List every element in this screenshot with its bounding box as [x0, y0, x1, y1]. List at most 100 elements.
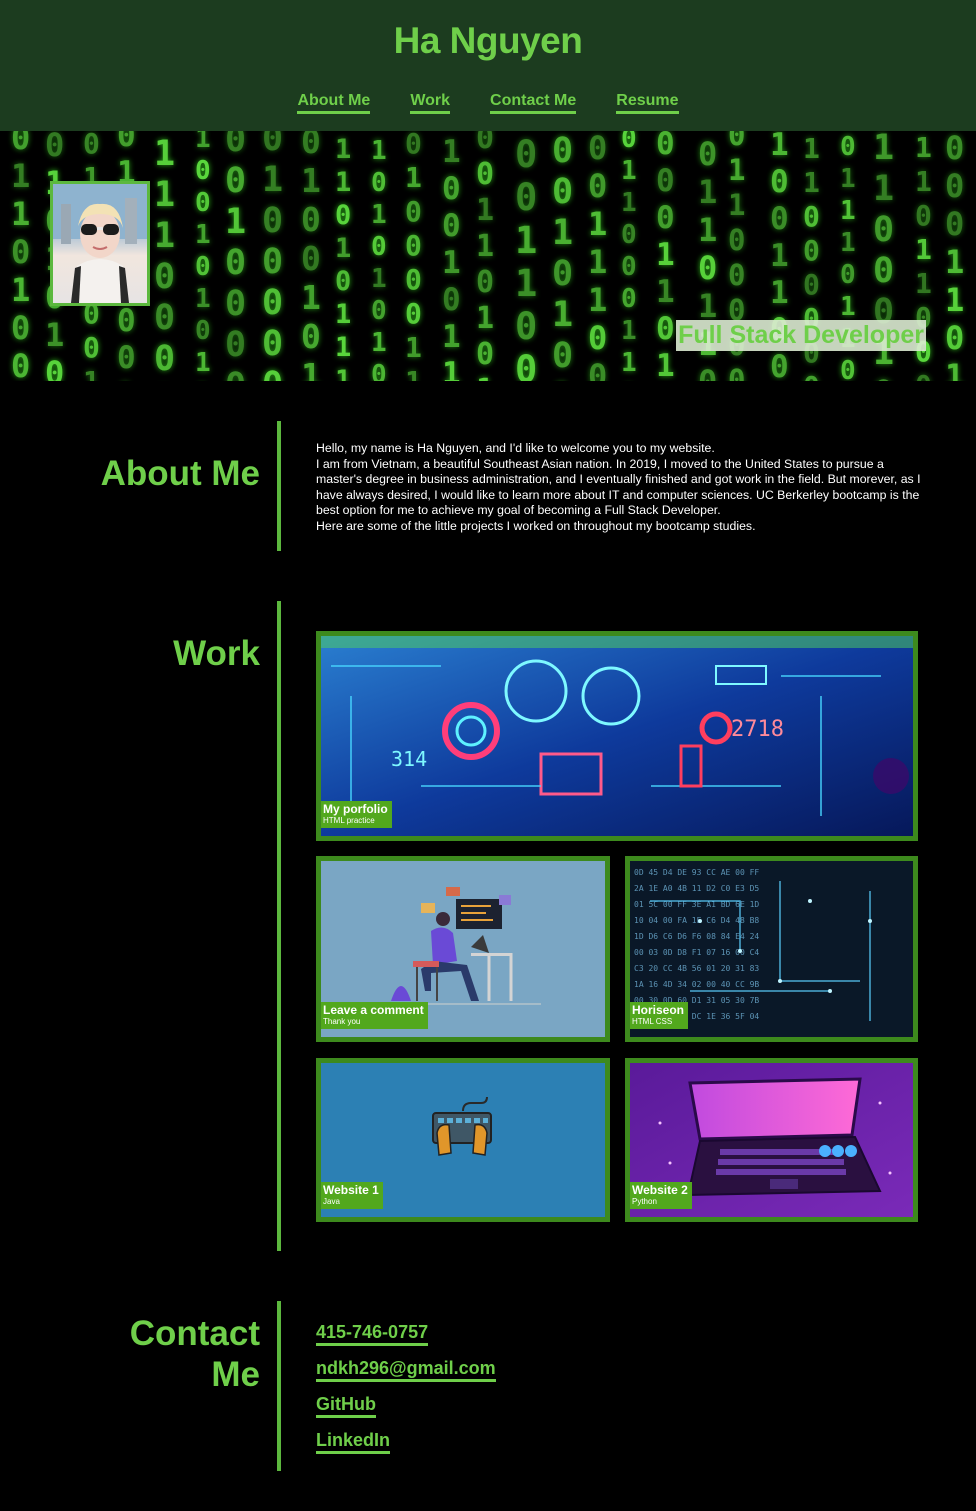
binary-digit: 1: [301, 161, 321, 200]
binary-digit: 1: [915, 131, 932, 164]
binary-digit: 0: [656, 131, 675, 162]
contact-email-link[interactable]: ndkh296@gmail.com: [316, 1357, 496, 1382]
binary-digit: 1: [476, 193, 495, 228]
project-title: Website 1: [323, 1183, 379, 1197]
contact-divider: [277, 1301, 281, 1471]
binary-digit: 0: [11, 347, 31, 381]
binary-digit: 1: [803, 132, 820, 165]
binary-digit: 0: [11, 309, 31, 347]
nav-link-contact-me[interactable]: Contact Me: [490, 92, 577, 114]
binary-digit: 1: [11, 271, 31, 309]
binary-digit: 1: [803, 166, 820, 199]
binary-digit: 0: [621, 220, 637, 250]
binary-digit: 1: [335, 233, 352, 264]
binary-digit: 0: [945, 205, 965, 243]
binary-digit: 1: [335, 134, 352, 165]
binary-digit: 0: [405, 229, 422, 262]
about-heading: About Me: [100, 454, 260, 493]
binary-digit: 0: [476, 131, 495, 156]
main-nav: About Me Work Contact Me Resume: [0, 92, 976, 114]
binary-digit: 1: [262, 160, 284, 200]
nav-link-about-me[interactable]: About Me: [297, 92, 371, 114]
nav-link-resume[interactable]: Resume: [616, 92, 679, 114]
about-divider: [277, 421, 281, 551]
binary-digit: 0: [915, 369, 932, 381]
binary-digit: 1: [945, 357, 965, 381]
binary-digit: 0: [552, 336, 574, 376]
binary-digit: 1: [371, 136, 387, 166]
project-card-my-porfolio[interactable]: 2718 314 My porfolio HTML practice: [316, 631, 918, 841]
binary-digit: 0: [195, 188, 211, 218]
nav-link-work[interactable]: Work: [410, 92, 451, 114]
binary-digit: 1: [335, 365, 352, 381]
binary-digit: 1: [621, 348, 637, 378]
binary-digit: 0: [301, 239, 321, 278]
project-subtitle: HTML practice: [323, 816, 375, 825]
project-card-website-2[interactable]: Website 2 Python: [625, 1058, 918, 1222]
binary-digit: 0: [442, 282, 461, 318]
binary-digit: 1: [154, 216, 176, 256]
binary-digit: 0: [371, 360, 387, 381]
contact-github-link[interactable]: GitHub: [316, 1393, 376, 1418]
binary-digit: 0: [656, 163, 675, 199]
binary-digit: 1: [11, 195, 31, 233]
binary-digit: 0: [552, 172, 574, 212]
binary-digit: 0: [225, 325, 247, 365]
binary-digit: 0: [117, 303, 136, 339]
project-title: Website 2: [632, 1183, 688, 1197]
binary-digit: 0: [476, 265, 495, 300]
binary-digit: 1: [335, 167, 352, 198]
binary-digit: 1: [840, 196, 856, 226]
binary-digit: 1: [45, 316, 65, 354]
binary-digit: 0: [840, 132, 856, 162]
binary-digit: 1: [656, 274, 675, 310]
binary-digit: 0: [371, 232, 387, 262]
project-title: Leave a comment: [323, 1003, 424, 1017]
binary-digit: 1: [873, 169, 895, 209]
binary-digit: 0: [728, 363, 746, 381]
binary-digit: 0: [588, 319, 608, 357]
binary-digit: 0: [698, 249, 718, 287]
circuit-kids-illustration: 2718 314: [321, 636, 913, 836]
binary-digit: 0: [945, 167, 965, 205]
project-card-horiseon[interactable]: 0D 45 D4 DE 93 CC AE 00 FF 2A 1E A0 4B 1…: [625, 856, 918, 1042]
binary-digit: 1: [476, 373, 494, 381]
binary-digit: 0: [262, 283, 284, 323]
svg-text:2A 1E A0 4B 11 D2 C0 E3 D5: 2A 1E A0 4B 11 D2 C0 E3 D5: [634, 884, 759, 893]
binary-digit: 1: [371, 200, 387, 230]
work-divider: [277, 601, 281, 1251]
binary-digit: 0: [83, 131, 100, 160]
binary-digit: 0: [588, 357, 608, 381]
binary-digit: 1: [11, 157, 31, 195]
binary-digit: 0: [803, 370, 820, 381]
binary-digit: 0: [945, 131, 965, 167]
binary-digit: 1: [442, 356, 461, 381]
binary-digit: 0: [840, 356, 856, 381]
binary-digit: 1: [552, 213, 574, 253]
project-card-leave-a-comment[interactable]: Leave a comment Thank you: [316, 856, 610, 1042]
binary-digit: 0: [225, 243, 247, 283]
project-subtitle: Python: [632, 1197, 657, 1206]
svg-text:2718: 2718: [731, 717, 784, 742]
binary-digit: 0: [621, 284, 637, 314]
binary-digit: 0: [915, 199, 932, 232]
binary-digit: 0: [476, 157, 495, 192]
binary-digit: 0: [803, 234, 820, 267]
project-title: Horiseon: [632, 1003, 685, 1017]
project-subtitle: HTML CSS: [632, 1017, 673, 1026]
project-caption: My porfolio HTML practice: [321, 801, 392, 828]
binary-digit: 1: [515, 219, 538, 262]
hero-subtitle: Full Stack Developer: [676, 320, 926, 351]
binary-digit: 0: [476, 337, 495, 372]
contact-phone-link[interactable]: 415-746-0757: [316, 1321, 429, 1346]
contact-linkedin-link[interactable]: LinkedIn: [316, 1429, 391, 1454]
binary-digit: 1: [621, 156, 637, 186]
binary-digit: 0: [698, 135, 718, 173]
binary-digit: 0: [225, 366, 246, 381]
binary-digit: 0: [225, 131, 247, 160]
project-card-website-1[interactable]: Website 1 Java: [316, 1058, 610, 1222]
binary-digit: 0: [301, 317, 321, 356]
binary-digit: 0: [442, 208, 461, 244]
binary-digit: 0: [225, 161, 247, 201]
binary-digit: 1: [915, 233, 932, 266]
